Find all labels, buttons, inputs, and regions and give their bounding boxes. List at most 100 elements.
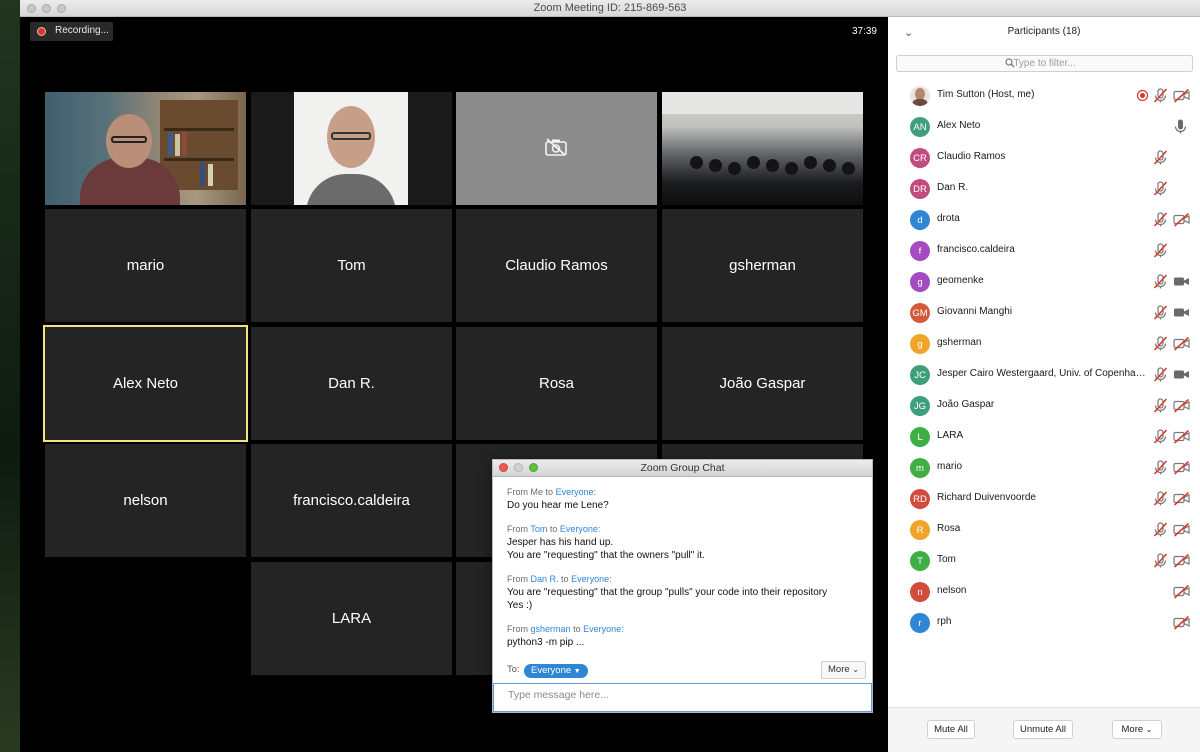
mic-muted-icon[interactable] xyxy=(1152,490,1169,507)
mic-muted-icon[interactable] xyxy=(1152,552,1169,569)
message-text: Do you hear me Lene? xyxy=(507,500,609,511)
video-tile[interactable]: gsherman xyxy=(662,209,863,322)
video-tile[interactable]: Claudio Ramos xyxy=(456,209,657,322)
message-text: You are "requesting" that the group "pul… xyxy=(507,587,828,598)
mic-icon[interactable] xyxy=(1172,118,1189,135)
unmute-all-button[interactable]: Unmute All xyxy=(1013,720,1073,739)
video-tile[interactable] xyxy=(45,92,246,205)
participant-row[interactable]: AN Alex Neto xyxy=(888,111,1200,142)
recipient-dropdown[interactable]: Everyone ▼ xyxy=(524,664,588,678)
participant-row[interactable]: Tim Sutton (Host, me) xyxy=(888,80,1200,111)
message-sender[interactable]: gsherman xyxy=(531,624,571,634)
participants-header: ⌄ Participants (18) xyxy=(888,17,1200,49)
video-tile[interactable] xyxy=(662,92,863,205)
participant-row[interactable]: r rph xyxy=(888,607,1200,638)
mic-muted-icon[interactable] xyxy=(1152,180,1169,197)
chat-more-button[interactable]: More ⌄ xyxy=(821,661,866,679)
mic-muted-icon[interactable] xyxy=(1152,273,1169,290)
video-tile[interactable]: nelson xyxy=(45,444,246,557)
video-tile[interactable]: mario xyxy=(45,209,246,322)
video-tile[interactable]: Dan R. xyxy=(251,327,452,440)
participant-row[interactable]: RD Richard Duivenvoorde xyxy=(888,483,1200,514)
window-title: Zoom Meeting ID: 215-869-563 xyxy=(533,2,687,14)
mic-muted-icon[interactable] xyxy=(1152,428,1169,445)
message-sender[interactable]: Tom xyxy=(530,524,547,534)
participant-row[interactable]: n nelson xyxy=(888,576,1200,607)
participant-row[interactable]: CR Claudio Ramos xyxy=(888,142,1200,173)
chat-message-input[interactable] xyxy=(494,684,871,706)
participant-row[interactable]: R Rosa xyxy=(888,514,1200,545)
video-tile[interactable]: João Gaspar xyxy=(662,327,863,440)
participant-row[interactable]: d drota xyxy=(888,204,1200,235)
group-chat-window: Zoom Group Chat From Me to Everyone: Do y… xyxy=(492,459,873,713)
participant-row[interactable]: g gsherman xyxy=(888,328,1200,359)
participant-filter[interactable] xyxy=(896,55,1193,72)
participant-tile-name: João Gaspar xyxy=(719,375,806,392)
mic-muted-icon[interactable] xyxy=(1152,304,1169,321)
video-off-icon xyxy=(1173,211,1190,228)
participant-row[interactable]: JC Jesper Cairo Westergaard, Univ. of Cop… xyxy=(888,359,1200,390)
chat-input-box[interactable] xyxy=(493,683,872,712)
video-off-icon xyxy=(1173,583,1190,600)
video-tile[interactable]: francisco.caldeira xyxy=(251,444,452,557)
participant-row[interactable]: DR Dan R. xyxy=(888,173,1200,204)
participant-name: rph xyxy=(937,616,952,627)
video-tile[interactable]: Tom xyxy=(251,209,452,322)
mic-muted-icon[interactable] xyxy=(1152,397,1169,414)
video-tile[interactable] xyxy=(456,92,657,205)
mic-muted-icon[interactable] xyxy=(1152,366,1169,383)
participant-row[interactable]: m mario xyxy=(888,452,1200,483)
mic-muted-icon[interactable] xyxy=(1152,459,1169,476)
chat-message-header: From Me to Everyone: xyxy=(507,486,864,499)
participant-row[interactable]: g geomenke xyxy=(888,266,1200,297)
message-recipient[interactable]: Everyone: xyxy=(583,624,624,634)
filter-input[interactable] xyxy=(897,56,1192,71)
video-tile[interactable]: Alex Neto xyxy=(43,325,248,442)
video-off-icon xyxy=(1173,397,1190,414)
video-tile[interactable]: LARA xyxy=(251,562,452,675)
participant-name: francisco.caldeira xyxy=(937,244,1015,255)
audience-head xyxy=(690,156,703,169)
message-recipient[interactable]: Everyone: xyxy=(571,574,612,584)
participant-row[interactable]: L LARA xyxy=(888,421,1200,452)
message-text: python3 -m pip ... xyxy=(507,637,585,648)
mic-muted-icon[interactable] xyxy=(1152,242,1169,259)
participant-row[interactable]: JG João Gaspar xyxy=(888,390,1200,421)
mic-muted-icon[interactable] xyxy=(1152,521,1169,538)
video-icon xyxy=(1173,304,1190,321)
recording-indicator[interactable]: Recording... xyxy=(30,22,113,41)
chat-message: From gsherman to Everyone: python3 -m pip… xyxy=(507,623,864,649)
video-tile[interactable] xyxy=(251,92,452,205)
mic-muted-icon[interactable] xyxy=(1152,149,1169,166)
recording-icon xyxy=(1134,87,1151,104)
caret-down-icon: ▼ xyxy=(573,668,581,675)
participant-name: Tom xyxy=(937,554,956,565)
chat-message: From Tom to Everyone: Jesper has his hand… xyxy=(507,523,864,562)
avatar: g xyxy=(910,272,930,292)
participant-row[interactable]: f francisco.caldeira xyxy=(888,235,1200,266)
mic-muted-icon[interactable] xyxy=(1152,87,1169,104)
video-off-icon xyxy=(1173,521,1190,538)
message-sender: Me xyxy=(530,487,544,497)
to-label: To: xyxy=(507,664,520,675)
audience-head xyxy=(766,159,779,172)
message-recipient[interactable]: Everyone: xyxy=(560,524,601,534)
to-word: to xyxy=(561,574,569,584)
mute-all-button[interactable]: Mute All xyxy=(927,720,975,739)
video-tile[interactable]: Rosa xyxy=(456,327,657,440)
mic-muted-icon[interactable] xyxy=(1152,211,1169,228)
audience-head xyxy=(804,156,817,169)
message-recipient[interactable]: Everyone: xyxy=(556,487,597,497)
participant-tile-name: Alex Neto xyxy=(112,375,179,392)
chevron-down-icon: ⌄ xyxy=(852,665,859,674)
mic-muted-icon[interactable] xyxy=(1152,335,1169,352)
avatar: CR xyxy=(910,148,930,168)
chat-message-header: From gsherman to Everyone: xyxy=(507,623,864,636)
meeting-timer: 37:39 xyxy=(851,26,877,37)
participants-more-button[interactable]: More ⌄ xyxy=(1112,720,1162,739)
participant-row[interactable]: GM Giovanni Manghi xyxy=(888,297,1200,328)
video-off-icon xyxy=(1173,335,1190,352)
participant-row[interactable]: T Tom xyxy=(888,545,1200,576)
room-ceiling xyxy=(662,92,863,114)
message-sender[interactable]: Dan R. xyxy=(531,574,559,584)
